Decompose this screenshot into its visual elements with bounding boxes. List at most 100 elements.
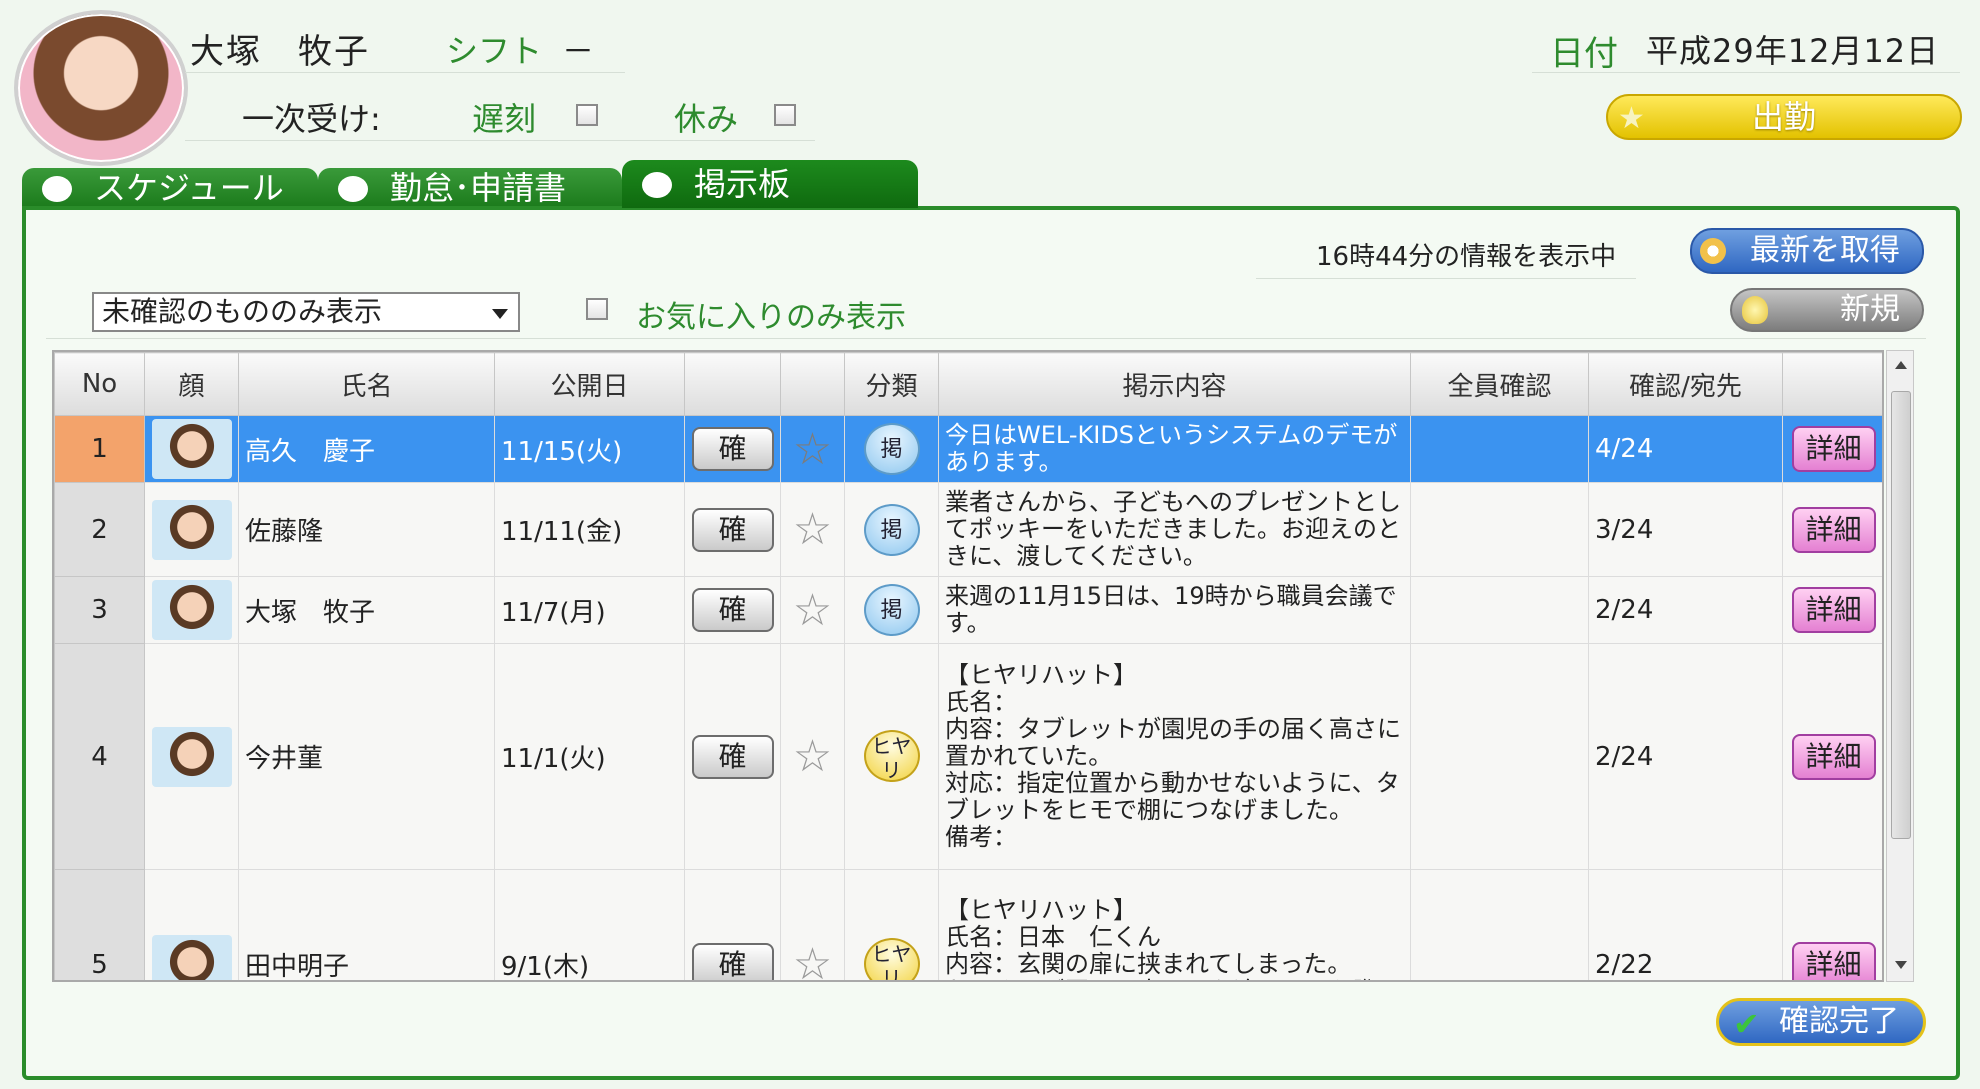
row-content: 【ヒヤリハット】 氏名：日本 仁くん 内容：玄関の扉に挟まれてしまった。 お母さ… [938, 869, 1411, 980]
category-badge: ヒヤリ [863, 729, 920, 782]
row-name: 佐藤隆 [238, 482, 495, 577]
star-icon[interactable]: ☆ [793, 731, 832, 782]
confirm-button[interactable]: 確 [691, 588, 774, 632]
category-cell: 掲 [844, 482, 939, 577]
confirm-cell: 確 [684, 869, 781, 980]
favorite-cell: ☆ [780, 643, 845, 870]
face-cell [144, 869, 239, 980]
refresh-button[interactable]: 最新を取得 [1690, 228, 1924, 274]
favorite-cell: ☆ [780, 869, 845, 980]
favorite-cell: ☆ [780, 482, 845, 577]
attend-button[interactable]: ★ 出勤 [1606, 94, 1962, 140]
first-receive-label: 一次受け: [242, 100, 381, 138]
shift-label: シフト [446, 32, 543, 70]
date-value: 平成29年12月12日 [1646, 32, 1940, 70]
new-button-label: 新規 [1840, 292, 1900, 327]
board-table: No 顔 氏名 公開日 分類 掲示内容 全員確認 確認/宛先 1 高久 慶子 1… [52, 350, 1884, 982]
category-cell: 掲 [844, 576, 939, 644]
shift-value: － [562, 32, 595, 70]
col-header-category[interactable]: 分類 [844, 352, 939, 416]
row-content: 【ヒヤリハット】 氏名： 内容：タブレットが園児の手の届く高さに置かれていた。 … [938, 643, 1411, 870]
col-header-face[interactable]: 顔 [144, 352, 239, 416]
attend-button-label: 出勤 [1751, 98, 1816, 136]
col-header-no[interactable]: No [54, 352, 145, 416]
row-no: 4 [54, 643, 145, 870]
table-row[interactable]: 2 佐藤隆 11/11(金) 確 ☆ 掲 業者さんから、子どもへのプレゼントとし… [54, 482, 1882, 577]
col-header-all-confirm[interactable]: 全員確認 [1410, 352, 1589, 416]
row-content: 今日はWEL-KIDSというシステムのデモがあります。 [938, 415, 1411, 483]
refresh-button-label: 最新を取得 [1750, 233, 1900, 268]
star-icon[interactable]: ☆ [793, 424, 832, 475]
confirm-button[interactable]: 確 [691, 427, 774, 471]
col-header-name[interactable]: 氏名 [238, 352, 495, 416]
table-row[interactable]: 1 高久 慶子 11/15(火) 確 ☆ 掲 今日はWEL-KIDSというシステ… [54, 415, 1882, 483]
refresh-icon [1700, 238, 1726, 264]
favorites-checkbox[interactable] [586, 298, 608, 320]
lightbulb-icon [1742, 296, 1768, 324]
star-icon[interactable]: ☆ [793, 585, 832, 636]
detail-cell: 詳細 [1782, 869, 1882, 980]
detail-button[interactable]: 詳細 [1791, 941, 1876, 980]
row-no: 1 [54, 415, 145, 483]
detail-button[interactable]: 詳細 [1791, 426, 1876, 472]
col-header-detail [1782, 352, 1882, 416]
star-icon[interactable]: ☆ [793, 939, 832, 980]
scroll-up-icon[interactable] [1895, 361, 1907, 369]
category-cell: ヒヤリ [844, 643, 939, 870]
row-no: 3 [54, 576, 145, 644]
vertical-scrollbar[interactable] [1886, 350, 1914, 982]
late-checkbox[interactable] [576, 104, 598, 126]
late-label: 遅刻 [472, 100, 537, 138]
favorite-cell: ☆ [780, 576, 845, 644]
scrollbar-thumb[interactable] [1891, 391, 1911, 839]
user-name: 大塚 牧子 [190, 32, 370, 72]
circle-icon [42, 176, 72, 202]
row-all-confirm [1410, 576, 1589, 644]
col-header-content[interactable]: 掲示内容 [938, 352, 1411, 416]
divider [185, 72, 625, 73]
row-all-confirm [1410, 482, 1589, 577]
checkmark-icon: ✔ [1733, 1005, 1760, 1043]
table-row[interactable]: 4 今井菫 11/1(火) 確 ☆ ヒヤリ 【ヒヤリハット】 氏名： 内容：タブ… [54, 643, 1882, 870]
detail-cell: 詳細 [1782, 415, 1882, 483]
circle-icon [338, 176, 368, 202]
row-content: 業者さんから、子どもへのプレゼントとしてポッキーをいただきました。お迎えのときに… [938, 482, 1411, 577]
confirm-cell: 確 [684, 643, 781, 870]
row-name: 大塚 牧子 [238, 576, 495, 644]
scroll-down-icon[interactable] [1895, 961, 1907, 969]
col-header-ratio[interactable]: 確認/宛先 [1588, 352, 1783, 416]
tab-label: 勤怠･申請書 [390, 169, 567, 207]
confirm-cell: 確 [684, 415, 781, 483]
tab-schedule[interactable]: スケジュール [22, 168, 318, 208]
face-cell [144, 482, 239, 577]
row-ratio: 2/24 [1588, 576, 1783, 644]
tab-board[interactable]: 掲示板 [622, 160, 918, 208]
confirm-button[interactable]: 確 [691, 942, 774, 980]
col-header-favorite [780, 352, 845, 416]
category-badge: 掲 [863, 423, 920, 475]
detail-button[interactable]: 詳細 [1791, 587, 1876, 633]
col-header-date[interactable]: 公開日 [494, 352, 685, 416]
filter-select[interactable]: 未確認のもののみ表示 [92, 292, 520, 332]
star-icon[interactable]: ☆ [793, 504, 832, 555]
tab-label: スケジュール [94, 169, 284, 207]
col-header-confirm [684, 352, 781, 416]
face-cell [144, 576, 239, 644]
row-no: 5 [54, 869, 145, 980]
category-badge: ヒヤリ [863, 937, 920, 980]
detail-button[interactable]: 詳細 [1791, 506, 1876, 553]
row-all-confirm [1410, 643, 1589, 870]
detail-button[interactable]: 詳細 [1791, 733, 1876, 780]
divider [185, 140, 815, 141]
confirm-button[interactable]: 確 [691, 507, 774, 552]
row-date: 11/15(火) [494, 415, 685, 483]
new-post-button[interactable]: 新規 [1730, 288, 1924, 332]
confirm-button[interactable]: 確 [691, 734, 774, 779]
row-date: 11/11(金) [494, 482, 685, 577]
table-row[interactable]: 5 田中明子 9/1(木) 確 ☆ ヒヤリ 【ヒヤリハット】 氏名：日本 仁くん… [54, 869, 1882, 980]
table-row[interactable]: 3 大塚 牧子 11/7(月) 確 ☆ 掲 来週の11月15日は、19時から職員… [54, 576, 1882, 644]
rest-checkbox[interactable] [774, 104, 796, 126]
confirm-done-button[interactable]: ✔ 確認完了 [1716, 998, 1926, 1046]
tab-attendance[interactable]: 勤怠･申請書 [318, 168, 622, 208]
user-avatar [14, 10, 188, 166]
